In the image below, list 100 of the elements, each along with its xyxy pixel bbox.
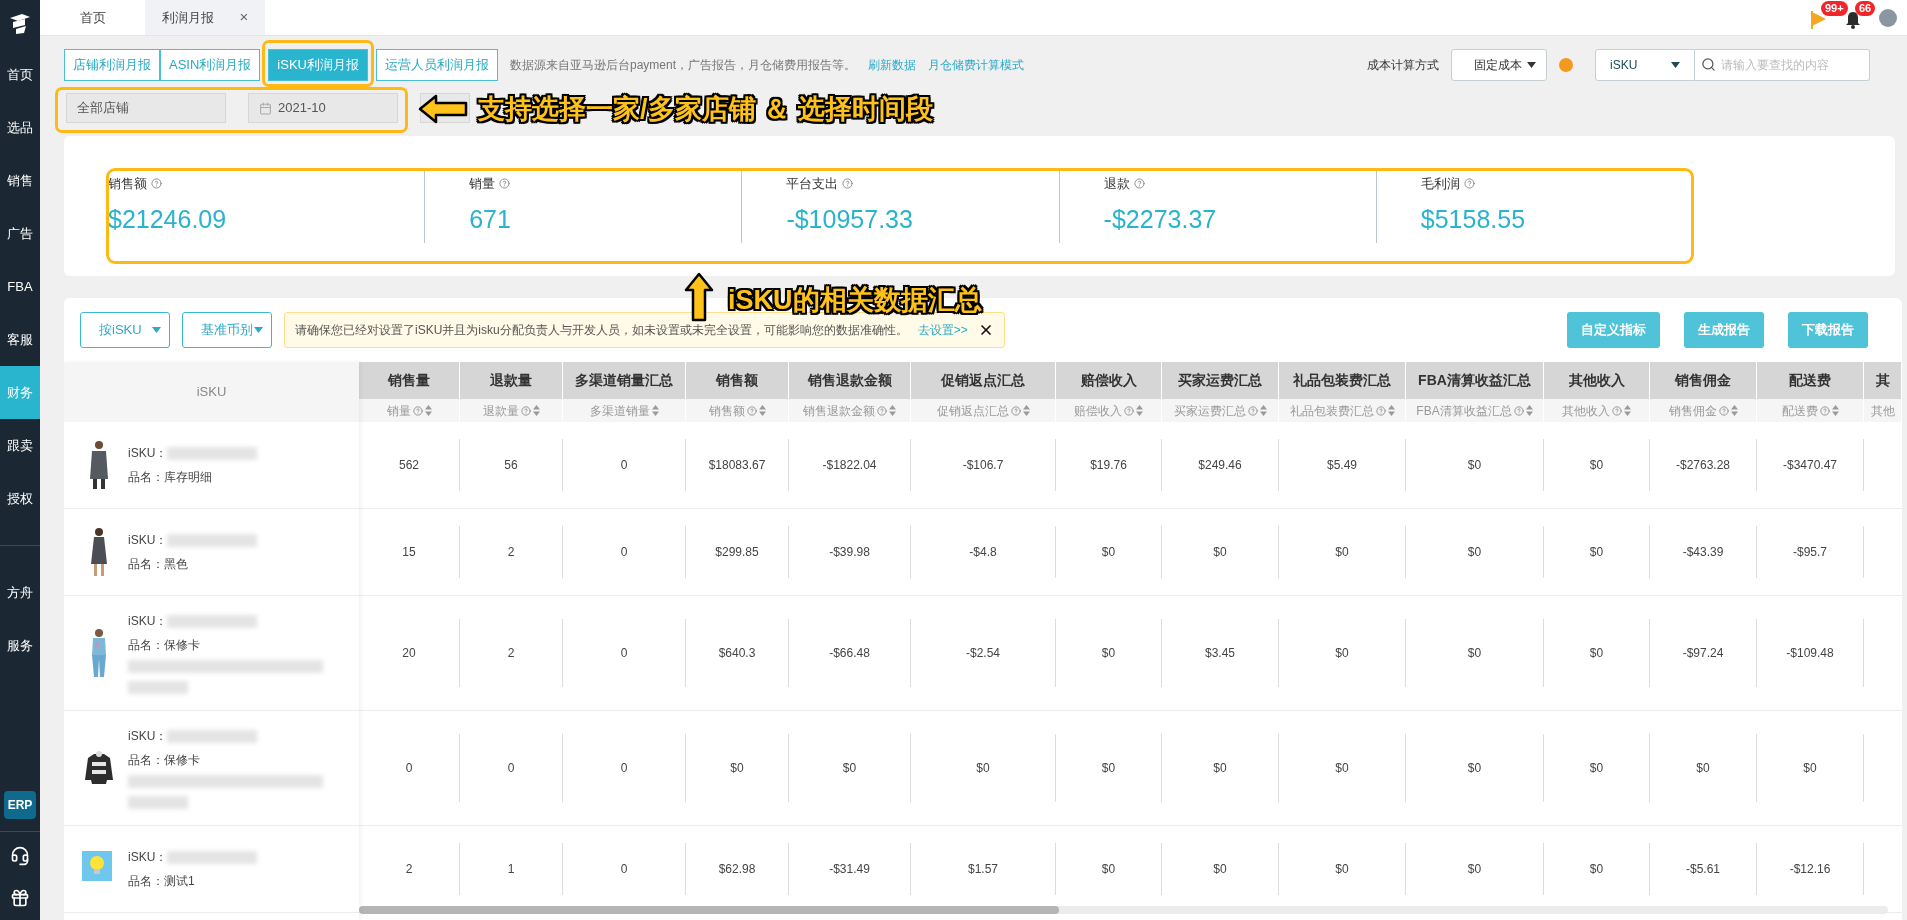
subheader-label: 退款量 [482,402,519,420]
help-icon[interactable] [842,177,854,189]
table-cell: 562 [359,439,460,491]
month-picker[interactable]: 2021-10 [248,93,398,123]
subheader-label: 其他收入 [1562,402,1610,420]
table-cell: $3.45 [1162,618,1279,688]
help-icon[interactable] [1463,177,1475,189]
help-icon[interactable] [520,405,531,416]
table-cell: 0 [563,618,686,688]
help-icon[interactable] [1124,405,1134,416]
page-tab[interactable]: 利润月报 × [145,0,265,35]
help-icon[interactable] [1612,405,1622,416]
sort-icon[interactable] [889,405,896,416]
table-cell: $0 [1406,618,1544,688]
metric-label: 销量 [469,174,496,193]
help-icon[interactable] [151,177,162,189]
column-header: 销售佣金 [1650,362,1757,399]
help-icon[interactable] [746,405,757,416]
table-cell: $1.57 [911,843,1056,895]
sidebar-item[interactable]: 跟卖 [0,419,40,472]
metric-value: -$10957.33 [786,204,914,235]
table-cell: $62.98 [686,843,789,895]
avatar[interactable] [1879,8,1897,27]
subheader-label: 销售退款金额 [803,402,875,420]
sort-icon[interactable] [1624,405,1631,416]
redacted-text [128,681,188,694]
table-cell: $0 [1162,843,1279,895]
gift-icon[interactable] [10,888,30,908]
table-cell: $0 [1279,618,1406,688]
close-icon[interactable]: × [239,6,249,29]
sort-icon[interactable] [1387,405,1395,416]
sidebar-item[interactable]: 服务 [0,619,40,672]
table-cell: -$31.49 [789,843,911,895]
table-cell: $0 [1544,733,1650,803]
help-icon[interactable] [1513,405,1524,416]
search-icon [1701,57,1716,72]
table-cell: $640.3 [686,618,789,688]
sort-icon[interactable] [651,405,659,416]
annotation-label: 支持选择一家/多家店铺 ＆ 选择时间段 [478,93,933,126]
table-cell: $0 [1406,733,1544,803]
sort-icon[interactable] [1022,405,1030,416]
sort-icon[interactable] [758,405,766,416]
support-icon[interactable] [10,846,30,866]
sidebar-item[interactable]: 广告 [0,207,40,260]
count-badge: 99+ [1821,0,1848,16]
store-select[interactable]: 全部店铺 [66,93,226,123]
sort-icon[interactable] [1259,405,1267,416]
table-cell: $0 [1650,733,1757,803]
sort-icon[interactable] [1525,405,1533,416]
sort-icon[interactable] [1831,405,1839,416]
help-icon[interactable] [1718,405,1729,416]
caret-icon [1671,62,1680,68]
table-cell: 0 [563,526,686,578]
table-cell: 0 [563,733,686,803]
scrollbar[interactable] [359,906,1888,914]
bell-icon[interactable] [1845,10,1861,29]
table-cell: $0 [1279,733,1406,803]
sort-icon[interactable] [1730,405,1738,416]
sort-icon[interactable] [1136,405,1143,416]
sort-icon[interactable] [532,405,540,416]
sku-label: iSKU： [128,445,168,462]
help-icon[interactable] [499,177,511,189]
cost-method-select[interactable]: 固定成本 [1451,49,1547,81]
flag-icon[interactable] [1811,10,1827,29]
sidebar-item[interactable]: 销售 [0,154,40,207]
sort-icon[interactable] [424,405,432,416]
subheader-label: 多渠道销量 [589,402,650,420]
sidebar-item[interactable]: 选品 [0,101,40,154]
sidebar-item[interactable]: 授权 [0,472,40,525]
sidebar-item[interactable]: 方舟 [0,566,40,619]
erp-button[interactable]: ERP [4,791,36,819]
help-icon[interactable] [877,405,887,416]
sku-label: iSKU： [128,728,168,745]
help-icon[interactable] [1010,405,1021,416]
caret-icon [254,327,263,333]
calendar-icon [259,101,272,115]
column-header: 多渠道销量汇总 [563,362,686,399]
table-cell: 2 [359,843,460,895]
sidebar-item[interactable]: 首页 [0,48,40,101]
search-scope-select[interactable]: iSKU [1595,49,1695,81]
help-icon[interactable] [1133,177,1145,189]
help-icon[interactable] [1375,405,1386,416]
table-cell: $0 [1406,439,1544,491]
sidebar-item[interactable]: FBA [0,260,40,313]
annotation-label: iSKU的相关数据汇总 [728,284,982,317]
column-header: 礼品包装费汇总 [1279,362,1406,399]
help-icon[interactable] [1247,405,1258,416]
table-cell: 0 [563,439,686,491]
subheader-label: 促销返点汇总 [936,402,1009,420]
table-cell: $0 [1056,618,1162,688]
help-icon[interactable] [412,405,423,416]
table-cell: -$39.98 [789,526,911,578]
caret-icon [1527,62,1536,68]
help-icon[interactable] [1819,405,1830,416]
subheader-label: 礼品包装费汇总 [1289,402,1374,420]
search-field[interactable]: 请输入要查找的内容 [1695,49,1870,81]
sidebar-item[interactable]: 客服 [0,313,40,366]
help-icon[interactable] [1559,58,1573,72]
column-header: 销售退款金额 [789,362,911,399]
tab-label: 利润月报 [161,8,214,27]
